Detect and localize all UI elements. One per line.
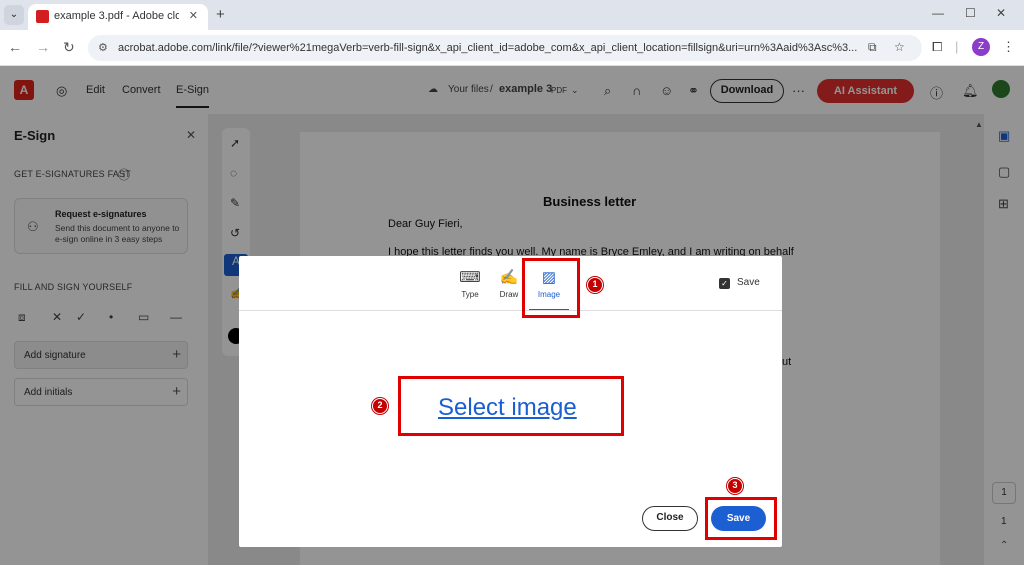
save-signature-checkbox[interactable]: ✓ <box>719 278 730 289</box>
save-signature-label: Save <box>737 277 760 288</box>
browser-tab-strip: ⌄ example 3.pdf - Adobe cloud storage ✕ … <box>0 0 1024 30</box>
browser-tab[interactable]: example 3.pdf - Adobe cloud storage ✕ <box>28 4 208 30</box>
tab-search-icon[interactable]: ⌄ <box>4 5 24 25</box>
tab-title: example 3.pdf - Adobe cloud storage <box>54 10 179 22</box>
close-button[interactable]: Close <box>642 506 698 531</box>
highlight-save-button <box>705 497 777 540</box>
highlight-image-tab <box>522 258 580 318</box>
back-icon[interactable]: ← <box>8 39 22 55</box>
reload-icon[interactable]: ↻ <box>63 39 75 56</box>
bookmark-star-icon[interactable]: ☆ <box>894 40 905 54</box>
keyboard-icon: ⌨ <box>459 269 481 286</box>
step-badge-3: 3 <box>727 478 743 494</box>
minimize-icon[interactable]: — <box>932 6 944 20</box>
site-info-icon[interactable]: ⚙ <box>98 41 108 54</box>
step-badge-2: 2 <box>372 398 388 414</box>
window-close-icon[interactable]: ✕ <box>996 6 1006 20</box>
url-text: acrobat.adobe.com/link/file/?viewer%21me… <box>118 42 858 54</box>
pdf-favicon-icon <box>36 10 49 23</box>
divider: | <box>955 39 959 54</box>
highlight-select-image <box>398 376 624 436</box>
step-badge-1: 1 <box>587 277 603 293</box>
maximize-icon[interactable]: ☐ <box>965 6 976 20</box>
new-tab-icon[interactable]: + <box>216 6 225 23</box>
tab-type-label: Type <box>461 290 479 299</box>
address-bar-row: ← → ↻ ⚙ acrobat.adobe.com/link/file/?vie… <box>0 30 1024 66</box>
forward-icon[interactable]: → <box>36 39 50 55</box>
url-bar[interactable]: ⚙ acrobat.adobe.com/link/file/?viewer%21… <box>88 35 922 61</box>
tab-type[interactable]: ⌨ Type <box>450 268 490 299</box>
browser-menu-icon[interactable]: ⋮ <box>1002 39 1015 55</box>
install-app-icon[interactable]: ⧉ <box>868 40 877 55</box>
extensions-icon[interactable]: ⧠ <box>932 39 942 55</box>
profile-avatar[interactable]: Z <box>972 38 990 56</box>
tab-close-icon[interactable]: ✕ <box>189 9 198 22</box>
dialog-divider <box>239 310 782 311</box>
